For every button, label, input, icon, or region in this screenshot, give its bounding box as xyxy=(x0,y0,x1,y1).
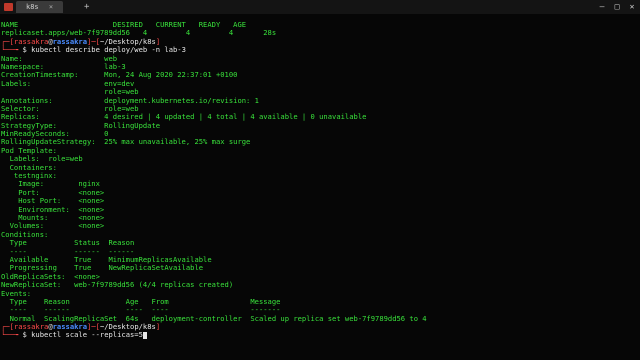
terminal-app-icon xyxy=(4,3,13,11)
output-line: Labels: role=web xyxy=(1,154,83,164)
command-line[interactable]: └──╼ $ kubectl scale --replicas=5 xyxy=(1,331,637,339)
command-input[interactable]: kubectl scale --replicas=5 xyxy=(31,330,143,339)
prompt-dollar: $ xyxy=(22,45,27,55)
prompt-dollar: $ xyxy=(22,330,27,340)
output-line: Pod Template: xyxy=(1,145,57,155)
command-text: kubectl describe deploy/web -n lab-3 xyxy=(31,45,186,55)
maximize-button[interactable]: □ xyxy=(611,0,623,14)
prompt-arrow: └──╼ xyxy=(1,45,23,55)
prompt-arrow: └──╼ xyxy=(1,330,23,340)
minimize-button[interactable]: — xyxy=(596,0,608,14)
tab-close-icon[interactable]: × xyxy=(49,1,53,13)
text-cursor xyxy=(142,331,147,339)
add-tab-button[interactable]: + xyxy=(84,1,89,13)
tab-label: k8s xyxy=(26,3,39,11)
prompt-bracket: ] xyxy=(155,322,161,332)
terminal-output[interactable]: NAME DESIRED CURRENT READY AGE replicase… xyxy=(1,20,637,340)
window-titlebar: k8s × + — □ ✕ xyxy=(0,0,640,14)
output-line: Containers: xyxy=(1,162,57,172)
output-line: Volumes: <none> xyxy=(1,221,105,231)
output-line: NewReplicaSet: web-7f9789dd56 (4/4 repli… xyxy=(1,280,234,290)
close-button[interactable]: ✕ xyxy=(626,0,638,14)
tab-k8s[interactable]: k8s × xyxy=(16,1,64,13)
output-line: RollingUpdateStrategy: 25% max unavailab… xyxy=(1,137,251,147)
